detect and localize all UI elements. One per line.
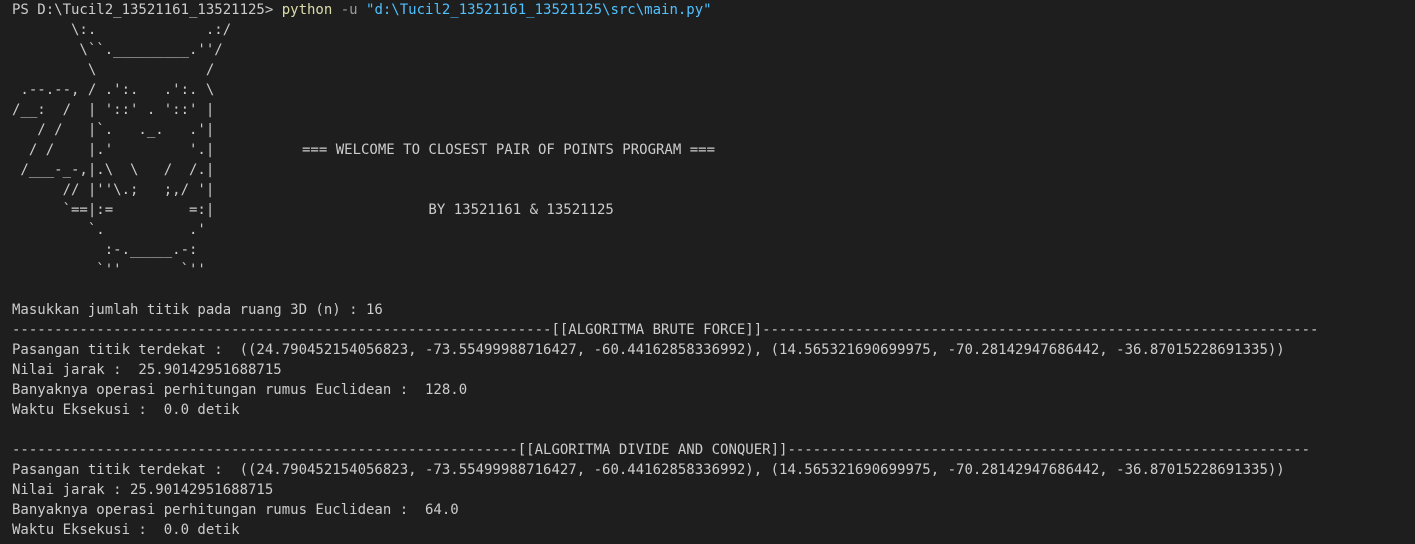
input-prompt: Masukkan jumlah titik pada ruang 3D (n) … [12, 302, 383, 318]
command-name: python [281, 2, 333, 18]
divide-conquer-time: Waktu Eksekusi : 0.0 detik [12, 522, 240, 538]
brute-force-time: Waktu Eksekusi : 0.0 detik [12, 402, 240, 418]
command-flag: -u [332, 2, 367, 18]
command-line: PS D:\Tucil2_13521161_13521125> python -… [12, 0, 1415, 20]
brute-force-distance: Nilai jarak : 25.90142951688715 [12, 362, 282, 378]
brute-force-operations: Banyaknya operasi perhitungan rumus Eucl… [12, 382, 468, 398]
brute-force-pair: Pasangan titik terdekat : ((24.790452154… [12, 342, 1285, 358]
welcome-block: === WELCOME TO CLOSEST PAIR OF POINTS PR… [302, 20, 715, 280]
ascii-art-logo: \:. .:/ \``._________.''/ \ / .--.--, / … [12, 22, 232, 278]
terminal-window[interactable]: PS D:\Tucil2_13521161_13521125> python -… [0, 0, 1415, 544]
shell-prompt: PS D:\Tucil2_13521161_13521125> [12, 2, 282, 18]
command-path: "d:\Tucil2_13521161_13521125\src\main.py… [366, 2, 712, 18]
cursor-line [12, 540, 1415, 544]
welcome-title: === WELCOME TO CLOSEST PAIR OF POINTS PR… [302, 142, 716, 158]
banner: \:. .:/ \``._________.''/ \ / .--.--, / … [12, 20, 1415, 280]
divide-conquer-separator: ----------------------------------------… [12, 442, 1311, 458]
brute-force-separator: ----------------------------------------… [12, 322, 1319, 338]
divide-conquer-distance: Nilai jarak : 25.90142951688715 [12, 482, 274, 498]
welcome-byline: BY 13521161 & 13521125 [302, 202, 614, 218]
divide-conquer-operations: Banyaknya operasi perhitungan rumus Eucl… [12, 502, 459, 518]
divide-conquer-pair: Pasangan titik terdekat : ((24.790452154… [12, 462, 1285, 478]
